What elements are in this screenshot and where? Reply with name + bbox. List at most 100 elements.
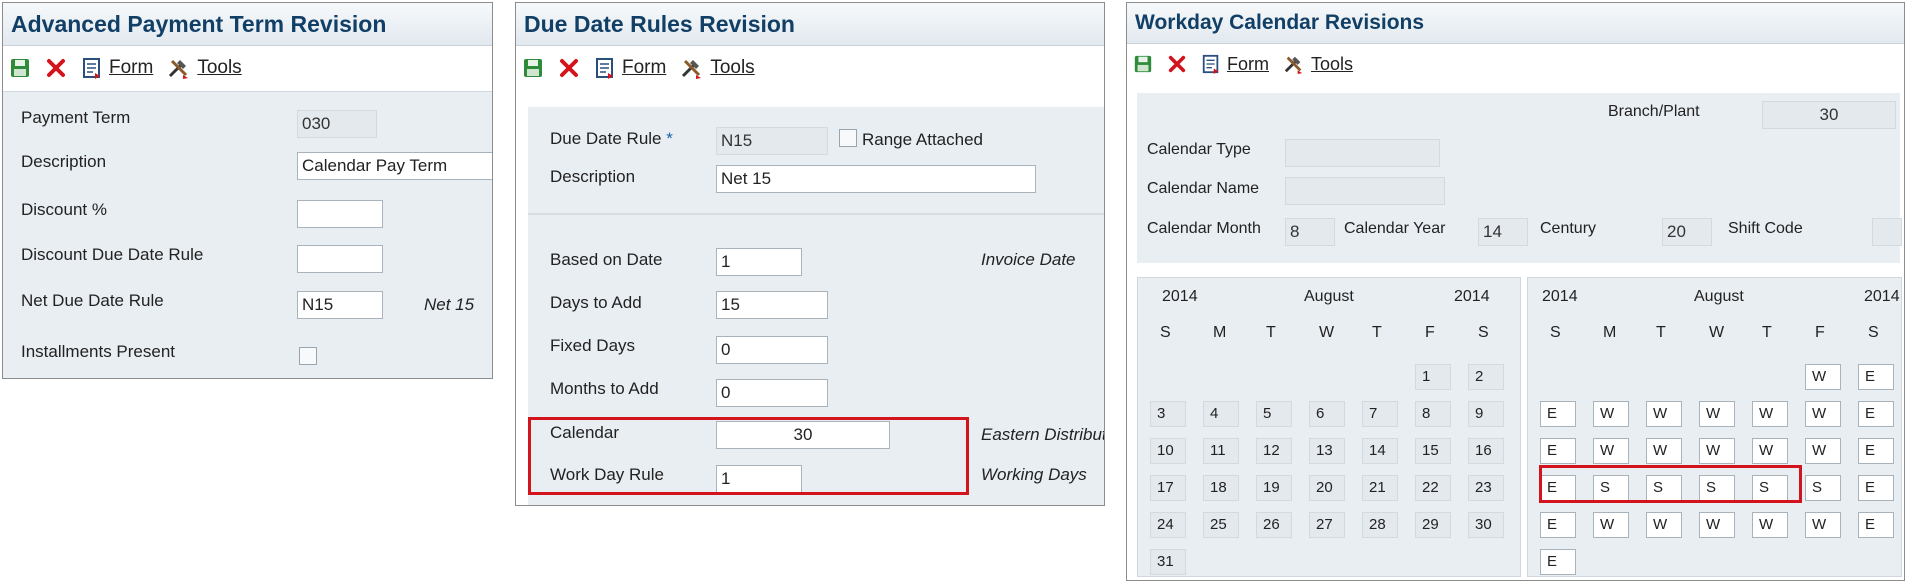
calendar-day-cell[interactable]: 3 (1150, 401, 1186, 427)
form-menu[interactable]: Form (1201, 54, 1269, 75)
calendar-day-cell[interactable]: 15 (1415, 438, 1451, 464)
tools-menu[interactable]: Tools (1283, 54, 1353, 75)
discount-due-date-rule-field[interactable] (297, 245, 383, 273)
form-menu[interactable]: Form (594, 57, 666, 79)
calendar-day-cell[interactable]: 21 (1362, 475, 1398, 501)
shift-code-label: Shift Code (1728, 220, 1803, 237)
work-day-type-cell[interactable]: W (1805, 401, 1841, 427)
work-day-type-cell[interactable]: E (1540, 512, 1576, 538)
work-day-type-calendar: 2014 August 2014 SMTWTFS WEEWWWWWEEWWWWW… (1527, 277, 1902, 577)
work-day-type-cell[interactable]: W (1593, 438, 1629, 464)
work-day-type-cell[interactable]: E (1858, 475, 1894, 501)
calendar-day-cell[interactable]: 30 (1468, 512, 1504, 538)
work-day-type-cell[interactable]: E (1540, 438, 1576, 464)
range-attached-label: Range Attached (862, 130, 983, 149)
discount-label: Discount % (21, 200, 107, 219)
calendar-day-cell[interactable]: 19 (1256, 475, 1292, 501)
weekday-header: F (1425, 324, 1435, 341)
work-day-type-cell[interactable]: W (1593, 401, 1629, 427)
cancel-icon[interactable] (1167, 54, 1187, 74)
required-mark: * (666, 129, 673, 148)
calendar-day-cell[interactable]: 11 (1203, 438, 1239, 464)
weekday-header: M (1213, 324, 1227, 341)
form-menu[interactable]: Form (81, 57, 153, 79)
work-day-type-cell[interactable]: W (1646, 401, 1682, 427)
discount-field[interactable] (297, 200, 383, 228)
century-field: 20 (1662, 218, 1712, 246)
work-day-type-cell[interactable]: W (1752, 401, 1788, 427)
description-field[interactable]: Net 15 (716, 165, 1036, 193)
weekday-header: W (1709, 324, 1725, 341)
cancel-icon[interactable] (558, 57, 580, 79)
calendar-day-cell[interactable]: 22 (1415, 475, 1451, 501)
calendar-day-cell[interactable]: 14 (1362, 438, 1398, 464)
installments-present-checkbox[interactable] (299, 347, 317, 365)
days-to-add-field[interactable]: 15 (716, 291, 828, 319)
work-day-type-cell[interactable]: W (1593, 512, 1629, 538)
calendar-day-cell[interactable]: 24 (1150, 512, 1186, 538)
calendar-day-cell[interactable]: 9 (1468, 401, 1504, 427)
calendar-day-cell[interactable]: 8 (1415, 401, 1451, 427)
calendar-day-cell[interactable]: 6 (1309, 401, 1345, 427)
based-on-date-field[interactable]: 1 (716, 248, 802, 276)
century-label: Century (1540, 220, 1597, 237)
calendar-month-label: Calendar Month (1147, 220, 1261, 237)
work-day-type-cell[interactable]: W (1805, 512, 1841, 538)
work-day-type-cell[interactable]: W (1646, 438, 1682, 464)
calendar-day-cell[interactable]: 2 (1468, 364, 1504, 390)
calendar-day-cell[interactable]: 20 (1309, 475, 1345, 501)
weekday-header: T (1762, 324, 1772, 341)
toolbar: Form Tools (516, 46, 1104, 90)
work-day-type-cell[interactable]: W (1699, 438, 1735, 464)
work-day-type-cell[interactable]: E (1858, 512, 1894, 538)
work-day-type-cell[interactable]: W (1646, 512, 1682, 538)
save-icon[interactable] (9, 57, 31, 79)
fixed-days-field[interactable]: 0 (716, 336, 828, 364)
calendar-day-cell[interactable]: 28 (1362, 512, 1398, 538)
tools-menu[interactable]: Tools (680, 57, 755, 79)
description-field[interactable]: Calendar Pay Term (297, 152, 492, 180)
work-day-type-cell[interactable]: W (1805, 438, 1841, 464)
work-day-type-cell[interactable]: W (1699, 512, 1735, 538)
calendar-day-cell[interactable]: 1 (1415, 364, 1451, 390)
cancel-icon[interactable] (45, 57, 67, 79)
work-day-type-cell[interactable]: W (1805, 364, 1841, 390)
description-label: Description (21, 152, 107, 171)
months-to-add-field[interactable]: 0 (716, 379, 828, 407)
calendar-day-cell[interactable]: 18 (1203, 475, 1239, 501)
calendar-day-cell[interactable]: 29 (1415, 512, 1451, 538)
work-day-type-cell[interactable]: E (1858, 438, 1894, 464)
work-day-type-cell[interactable]: W (1752, 512, 1788, 538)
save-icon[interactable] (522, 57, 544, 79)
work-day-type-cell[interactable]: W (1699, 401, 1735, 427)
work-day-type-cell[interactable]: E (1858, 364, 1894, 390)
net-due-date-rule-field[interactable]: N15 (297, 291, 383, 319)
calendar-day-cell[interactable]: 26 (1256, 512, 1292, 538)
range-attached-checkbox[interactable] (839, 129, 857, 147)
work-day-rule-description: Working Days (981, 465, 1087, 484)
work-day-type-cell[interactable]: E (1858, 401, 1894, 427)
section-divider (528, 213, 1104, 215)
work-day-type-cell[interactable]: W (1752, 438, 1788, 464)
work-day-type-cell[interactable]: E (1540, 549, 1576, 575)
calendar-day-cell[interactable]: 7 (1362, 401, 1398, 427)
tools-menu[interactable]: Tools (167, 57, 242, 79)
weekday-header: S (1160, 324, 1171, 341)
based-on-date-label: Based on Date (550, 250, 663, 269)
calendar-year-right: 2014 (1454, 288, 1490, 305)
calendar-day-cell[interactable]: 16 (1468, 438, 1504, 464)
calendar-day-cell[interactable]: 10 (1150, 438, 1186, 464)
calendar-day-cell[interactable]: 5 (1256, 401, 1292, 427)
form-body: Payment Term 030 Description Calendar Pa… (3, 91, 492, 378)
calendar-day-cell[interactable]: 31 (1150, 549, 1186, 575)
calendar-day-cell[interactable]: 17 (1150, 475, 1186, 501)
calendar-day-cell[interactable]: 13 (1309, 438, 1345, 464)
calendar-day-cell[interactable]: 23 (1468, 475, 1504, 501)
save-icon[interactable] (1133, 54, 1153, 74)
calendar-day-cell[interactable]: 25 (1203, 512, 1239, 538)
calendar-day-cell[interactable]: 27 (1309, 512, 1345, 538)
calendar-day-cell[interactable]: 4 (1203, 401, 1239, 427)
work-day-type-cell[interactable]: S (1805, 475, 1841, 501)
work-day-type-cell[interactable]: E (1540, 401, 1576, 427)
calendar-day-cell[interactable]: 12 (1256, 438, 1292, 464)
